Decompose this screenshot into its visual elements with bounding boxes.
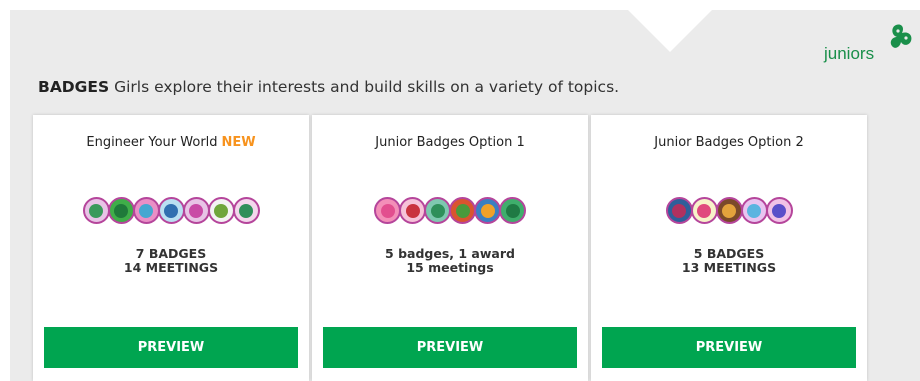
flower-outline-badge-icon (182, 197, 210, 224)
card-title-text: Engineer Your World (86, 135, 218, 150)
card-stats: 5 badges, 1 award 15 meetings (312, 247, 588, 275)
badge-emblem (430, 203, 445, 218)
book-badge-icon (474, 197, 501, 224)
intro-heading: BADGES (38, 78, 110, 96)
badge-row (33, 197, 309, 227)
stats-meetings: 15 meetings (406, 260, 494, 275)
badge-emblem (480, 203, 495, 218)
badge-card-option-2: Junior Badges Option 2 5 BADGES 13 MEETI… (591, 115, 867, 381)
tree-badge-icon (107, 197, 135, 224)
stats-meetings: 14 MEETINGS (123, 260, 219, 275)
stats-meetings: 13 MEETINGS (681, 260, 777, 275)
card-stats: 5 BADGES 13 MEETINGS (591, 247, 867, 275)
badge-emblem (672, 203, 686, 218)
sign-badge-icon (449, 197, 476, 224)
balloon-badge-icon (740, 197, 768, 224)
preview-button[interactable]: PREVIEW (323, 327, 577, 368)
take-action-badge-icon (499, 197, 526, 224)
card-title-text: Junior Badges Option 1 (375, 135, 525, 150)
intro-text: Girls explore their interests and build … (114, 78, 620, 96)
card-title: Junior Badges Option 1 (312, 135, 588, 150)
badge-row (312, 197, 588, 227)
badge-emblem (380, 203, 395, 218)
food-badge-icon (715, 197, 743, 224)
pendulum-badge-icon (207, 197, 235, 224)
badge-emblem (114, 203, 128, 218)
logo-text: juniors (824, 44, 875, 63)
badge-emblem (697, 203, 711, 218)
paint-badge-icon (690, 197, 718, 224)
badge-emblem (239, 203, 253, 218)
recycle-badge-icon (232, 197, 260, 224)
badge-emblem (89, 203, 103, 218)
intro-line: BADGES Girls explore their interests and… (38, 78, 619, 96)
pig-badge-icon (374, 197, 401, 224)
wave-badge-icon (132, 197, 160, 224)
trefoil-icon (890, 24, 912, 48)
badge-emblem (189, 203, 203, 218)
juniors-logo: juniors (824, 22, 914, 68)
tent-badge-icon (424, 197, 451, 224)
stats-badges: 7 BADGES (135, 246, 207, 261)
badge-emblem (505, 203, 520, 218)
badge-emblem (722, 203, 736, 218)
ball-badge-icon (399, 197, 426, 224)
stats-badges: 5 BADGES (693, 246, 765, 261)
badge-emblem (164, 203, 178, 218)
badge-emblem (772, 203, 786, 218)
badge-card-option-1: Junior Badges Option 1 5 badges, 1 award… (312, 115, 588, 381)
badge-emblem (455, 203, 470, 218)
stats-badges: 5 badges, 1 award (385, 246, 515, 261)
bridge-badge-icon (157, 197, 185, 224)
header-notch (628, 10, 712, 52)
badge-emblem (214, 203, 228, 218)
badge-emblem (747, 203, 761, 218)
card-title: Junior Badges Option 2 (591, 135, 867, 150)
card-title: Engineer Your World NEW (33, 135, 309, 150)
badge-card-engineer: Engineer Your World NEW 7 BADGES 14 MEETI… (33, 115, 309, 381)
bowtie-badge-icon (765, 197, 793, 224)
new-tag: NEW (221, 135, 256, 150)
preview-button[interactable]: PREVIEW (44, 327, 298, 368)
flower-badge-icon (82, 197, 110, 224)
badge-emblem (405, 203, 420, 218)
card-stats: 7 BADGES 14 MEETINGS (33, 247, 309, 275)
badge-row (591, 197, 867, 227)
preview-button[interactable]: PREVIEW (602, 327, 856, 368)
card-title-text: Junior Badges Option 2 (654, 135, 804, 150)
badge-emblem (139, 203, 153, 218)
bird-badge-icon (665, 197, 693, 224)
